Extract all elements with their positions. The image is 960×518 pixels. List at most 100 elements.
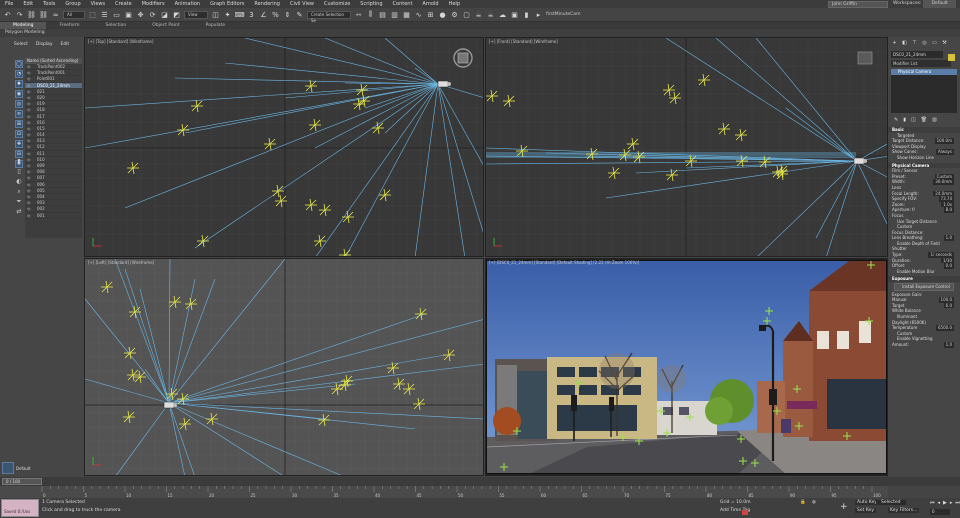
create-tab-icon[interactable]: + (891, 40, 898, 46)
filter-icon[interactable]: ⏷ (15, 198, 23, 206)
menu-item-group[interactable]: Group (60, 0, 85, 8)
workspace-switcher[interactable]: Workspaces: Default (893, 0, 960, 8)
target-distance-spinner[interactable]: 100.0m (934, 138, 954, 144)
geometry-filter-icon[interactable]: ◯ (15, 60, 23, 68)
menu-item-modifiers[interactable]: Modifiers (137, 0, 170, 8)
viewport-front[interactable]: [+] [Front] [Standard] [Wireframe] (485, 37, 888, 257)
explorer-tab-edit[interactable]: Edit (60, 42, 69, 47)
lens-breathing-spinner[interactable]: 1.0 (943, 235, 954, 241)
motion-tab-icon[interactable]: ◎ (921, 40, 928, 46)
hierarchy-tab-icon[interactable]: ⊤ (911, 40, 918, 46)
sync-selection-icon[interactable]: ⇄ (15, 208, 23, 216)
object-name-field[interactable]: DSC0_21_24mm (891, 51, 943, 58)
explorer-tab-select[interactable]: Select (14, 42, 28, 47)
menu-item-customize[interactable]: Customize (319, 0, 355, 8)
menu-item-rendering[interactable]: Rendering (249, 0, 285, 8)
aperture-spinner[interactable]: 8.0 (943, 207, 954, 213)
shapes-filter-icon[interactable]: ◔ (15, 70, 23, 78)
rotate-icon[interactable]: ⟳ (148, 10, 157, 19)
bones-filter-icon[interactable]: ✚ (15, 140, 23, 148)
modifier-list-select[interactable]: Modifier List (891, 60, 951, 67)
play-icon[interactable]: ▶ (943, 500, 947, 506)
key-filters-button[interactable]: Key Filters... (888, 508, 920, 513)
menu-item-create[interactable]: Create (110, 0, 137, 8)
pivot-icon[interactable]: ◫ (211, 10, 220, 19)
link-icon[interactable]: ⛓ (27, 10, 36, 19)
scale-icon[interactable]: ◪ (160, 10, 169, 19)
mirror-icon[interactable]: ⇿ (354, 10, 363, 19)
object-xrefs-filter-icon[interactable]: ⊡ (15, 130, 23, 138)
viewport-top-label[interactable]: [+] [Top] [Standard] [Wireframe] (88, 39, 153, 44)
groups-filter-icon[interactable]: ⊞ (15, 120, 23, 128)
select-by-name-icon[interactable]: ☰ (100, 10, 109, 19)
schematic-view-icon[interactable]: ⊞ (426, 10, 435, 19)
menu-item-tools[interactable]: Tools (38, 0, 60, 8)
time-slider[interactable]: 0 / 100 (2, 478, 42, 485)
render-setup-icon[interactable]: ⚙ (450, 10, 459, 19)
lights-filter-icon[interactable]: ✹ (15, 80, 23, 88)
menu-item-animation[interactable]: Animation (170, 0, 206, 8)
width-spinner[interactable]: 36.0mm (933, 179, 954, 185)
angle-snap-icon[interactable]: ∠ (259, 10, 268, 19)
menu-item-arnold[interactable]: Arnold (417, 0, 443, 8)
vignetting-amount-spinner[interactable]: 1.0 (943, 341, 954, 348)
viewport-left-label[interactable]: [+] [Left] [Standard] [Wireframe] (88, 260, 154, 265)
object-color-swatch[interactable] (948, 54, 955, 61)
script-name[interactable]: firstMinuteCam (546, 12, 580, 17)
select-object-icon[interactable]: ⬚ (88, 10, 97, 19)
script-icon[interactable]: ▮ (522, 10, 531, 19)
render-production-icon[interactable]: ☕ (474, 10, 483, 19)
render-iterative-icon[interactable]: ☕ (486, 10, 495, 19)
menu-item-views[interactable]: Views (86, 0, 110, 8)
render-in-cloud-icon[interactable]: ☁ (498, 10, 507, 19)
select-manipulate-icon[interactable]: ✦ (223, 10, 232, 19)
working-layer-label[interactable]: Default (16, 466, 31, 471)
menu-item-content[interactable]: Content (388, 0, 418, 8)
menu-item-scripting[interactable]: Scripting (355, 0, 387, 8)
temperature-radio[interactable]: 6500.0 (936, 325, 954, 331)
key-mode-select[interactable]: Selected (876, 500, 906, 505)
snaps-toggle-icon[interactable]: 3 (247, 10, 256, 19)
current-frame-field[interactable]: 0 (930, 509, 950, 515)
selection-filter-select[interactable]: All (63, 10, 85, 19)
utilities-tab-icon[interactable]: ⚒ (941, 40, 948, 46)
show-horizon-checkbox[interactable]: Show Horizon Line (888, 155, 960, 161)
menu-item-help[interactable]: Help (444, 0, 465, 8)
redo-icon[interactable]: ↷ (15, 10, 24, 19)
menu-item-edit[interactable]: Edit (18, 0, 38, 8)
window-crossing-icon[interactable]: ▣ (124, 10, 133, 19)
ribbon-tab-object-paint[interactable]: Object Paint (139, 22, 192, 29)
install-exposure-button[interactable]: Install Exposure Control (894, 283, 954, 291)
material-editor-icon[interactable]: ● (438, 10, 447, 19)
show-end-result-icon[interactable]: ▮ (903, 117, 906, 123)
menu-item-civil-view[interactable]: Civil View (285, 0, 319, 8)
place-icon[interactable]: ◩ (172, 10, 181, 19)
offset-spinner[interactable]: 0.0 (943, 263, 954, 269)
move-icon[interactable]: ✥ (136, 10, 145, 19)
cameras-filter-icon[interactable]: ◉ (15, 90, 23, 98)
prev-frame-icon[interactable]: ◂ (938, 500, 941, 506)
menu-item-file[interactable]: File (0, 0, 18, 8)
toggle-layer-explorer-icon[interactable]: ▥ (390, 10, 399, 19)
named-selection-set-select[interactable]: Create Selection Se (307, 10, 351, 23)
reference-coord-select[interactable]: View (184, 10, 208, 19)
keyboard-shortcut-icon[interactable]: ⌨ (234, 10, 244, 19)
curve-editor-icon[interactable]: ∿ (414, 10, 423, 19)
spacewarps-filter-icon[interactable]: ≋ (15, 110, 23, 118)
rect-select-icon[interactable]: ▭ (112, 10, 121, 19)
spinner-snap-icon[interactable]: ⇕ (283, 10, 292, 19)
ribbon-tab-freeform[interactable]: Freeform (46, 22, 92, 29)
track-bar[interactable]: 0 5 10 15 20 25 30 35 40 45 50 55 60 65 70 75 80 85 90 95 10… (0, 486, 888, 498)
time-slider-track[interactable] (0, 477, 960, 486)
set-key-button[interactable]: Set Key (855, 508, 876, 513)
key-icon[interactable]: + (840, 502, 848, 512)
ribbon-tab-modeling[interactable]: Modeling (0, 22, 47, 29)
containers-filter-icon[interactable]: ⊟ (15, 150, 23, 158)
display-none-icon[interactable]: ▯ (15, 168, 23, 176)
helpers-filter-icon[interactable]: ◎ (15, 100, 23, 108)
maxscript-listener[interactable]: Saved 0:/Uos (1, 499, 39, 517)
goto-end-icon[interactable]: ⏭ (955, 500, 960, 506)
toggle-ribbon-icon[interactable]: ▦ (402, 10, 411, 19)
layer-explorer-icon[interactable] (2, 462, 14, 474)
key-mode-toggle[interactable] (742, 510, 748, 515)
